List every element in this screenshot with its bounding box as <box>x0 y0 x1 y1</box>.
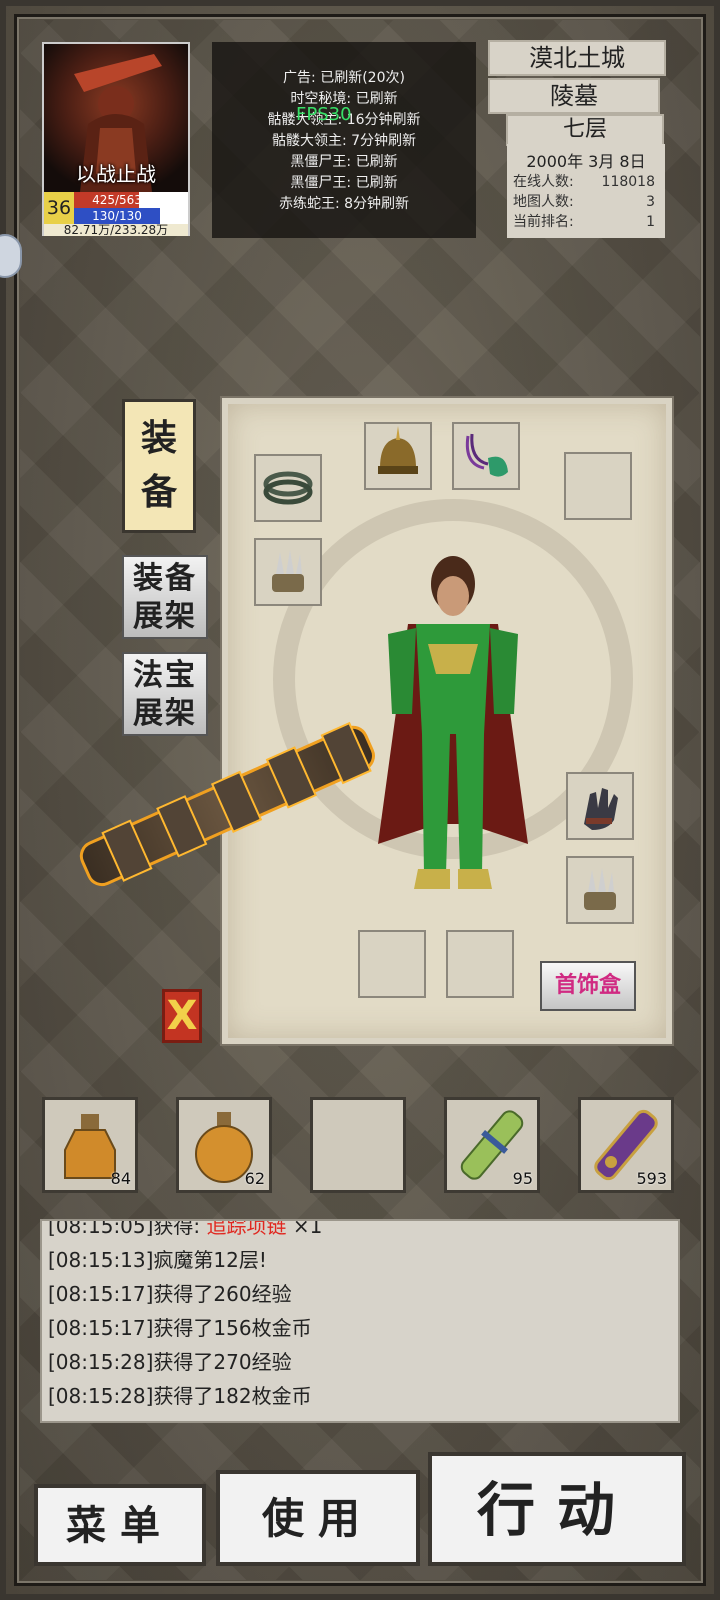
log-text: 获得了182枚金币 <box>153 1384 312 1408</box>
ring-icon <box>272 550 304 592</box>
item-slot-1[interactable]: 84 <box>42 1097 138 1193</box>
item-slot-4[interactable]: 95 <box>444 1097 540 1193</box>
empty-slot-top-right[interactable] <box>564 452 632 520</box>
empty-slot-bottom-right[interactable] <box>446 930 514 998</box>
player-level: 36 <box>44 192 74 224</box>
empty-slot-bottom-left[interactable] <box>358 930 426 998</box>
use-button[interactable]: 使用 <box>216 1470 420 1566</box>
log-text: 获得了260经验 <box>153 1282 292 1306</box>
log-time: [08:15:28] <box>48 1384 154 1408</box>
helmet-slot[interactable] <box>364 422 432 490</box>
log-line: [08:15:28]获得了270经验 <box>42 1345 678 1379</box>
item-count: 62 <box>244 1169 265 1188</box>
message-log[interactable]: [08:15:05]获得: 追踪项链 ×1 [08:15:13]疯魔第12层! … <box>40 1219 680 1423</box>
log-line: [08:15:17]获得了156枚金币 <box>42 1311 678 1345</box>
player-name: 以战止战 <box>76 162 156 186</box>
log-time: [08:15:17] <box>48 1316 154 1340</box>
rank-value: 1 <box>646 214 655 230</box>
log-line: [08:15:28]获得了182枚金币 <box>42 1379 678 1413</box>
bracelet-icon <box>263 471 313 505</box>
item-slot-3[interactable] <box>310 1097 406 1193</box>
boss-refresh-panel: 广告: 已刷新(20次) 时空秘境: 已刷新 骷髅大领主: 16分钟刷新 骷髅大… <box>212 42 476 238</box>
ring-slot-left[interactable] <box>254 538 322 606</box>
helmet-icon <box>378 426 418 474</box>
item-count: 84 <box>110 1169 131 1188</box>
log-time: [08:15:17] <box>48 1282 154 1306</box>
item-count: 95 <box>512 1169 533 1188</box>
map-people-row: 地图人数: 3 <box>507 192 665 212</box>
server-info: 2000年 3月 8日 在线人数: 118018 地图人数: 3 当前排名: 1 <box>507 144 665 238</box>
map-people-label: 地图人数: <box>513 194 574 210</box>
equip-rack-button[interactable]: 装备展架 <box>122 555 208 639</box>
close-button[interactable]: X <box>162 989 202 1043</box>
log-text: 疯魔第12层! <box>153 1248 267 1272</box>
hp-bar: 425/563 <box>74 192 188 208</box>
rank-row: 当前排名: 1 <box>507 212 665 232</box>
log-text: 获得: <box>153 1219 207 1238</box>
log-text: 获得了156枚金币 <box>153 1316 312 1340</box>
game-date: 2000年 3月 8日 <box>526 152 646 171</box>
glove-icon <box>584 788 618 830</box>
tab-equipment-label: 装备 <box>140 418 177 513</box>
floor-name: 七层 <box>506 114 664 146</box>
weapon-icon <box>79 721 375 887</box>
notice-line: 黑僵尸王: 已刷新 <box>290 154 398 170</box>
online-row: 在线人数: 118018 <box>507 172 665 192</box>
mp-bar: 130/130 <box>74 208 188 224</box>
log-time: [08:15:13] <box>48 1248 154 1272</box>
rank-label: 当前排名: <box>513 214 574 230</box>
log-line: [08:15:05]获得: 追踪项链 ×1 <box>42 1219 678 1243</box>
menu-button[interactable]: 菜单 <box>34 1484 206 1566</box>
notice-line: 黑僵尸王: 已刷新 <box>290 175 398 191</box>
action-button[interactable]: 行动 <box>428 1452 686 1566</box>
online-label: 在线人数: <box>513 174 574 190</box>
glove-slot[interactable] <box>566 772 634 840</box>
log-item-name: 追踪项链 <box>206 1219 287 1238</box>
notice-line: 骷髅大领主: 7分钟刷新 <box>271 133 417 149</box>
item-slot-5[interactable]: 593 <box>578 1097 674 1193</box>
log-suffix: ×1 <box>286 1219 323 1238</box>
map-name: 陵墓 <box>488 78 660 114</box>
log-text: 获得了270经验 <box>153 1350 292 1374</box>
log-line: [08:15:17]获得了260经验 <box>42 1277 678 1311</box>
player-portrait[interactable]: 以战止战 36 425/563 130/130 82.71万/233.28万 <box>42 42 190 236</box>
ring-icon <box>584 868 616 910</box>
notice-line: 广告: 已刷新(20次) <box>283 70 405 86</box>
fps-counter: FPS30 <box>296 104 352 125</box>
item-slot-2[interactable]: 62 <box>176 1097 272 1193</box>
mp-value: 130/130 <box>92 209 142 223</box>
ring-slot-right[interactable] <box>566 856 634 924</box>
notice-line: 赤练蛇王: 8分钟刷新 <box>278 196 410 212</box>
necklace-slot[interactable] <box>452 422 520 490</box>
jewel-box-button[interactable]: 首饰盒 <box>540 961 636 1011</box>
online-count: 118018 <box>601 174 655 190</box>
hp-value: 425/563 <box>92 193 142 207</box>
city-name: 漠北土城 <box>488 40 666 76</box>
log-time: [08:15:05] <box>48 1219 154 1238</box>
item-count: 593 <box>636 1169 667 1188</box>
tab-equipment[interactable]: 装备 <box>122 399 196 533</box>
log-line: [08:15:13]疯魔第12层! <box>42 1243 678 1277</box>
equip-rack-label: 装备展架 <box>133 561 197 634</box>
map-people-count: 3 <box>646 194 655 210</box>
log-time: [08:15:28] <box>48 1350 154 1374</box>
bracelet-slot[interactable] <box>254 454 322 522</box>
exp-value: 82.71万/233.28万 <box>44 224 188 236</box>
necklace-icon <box>465 433 508 477</box>
